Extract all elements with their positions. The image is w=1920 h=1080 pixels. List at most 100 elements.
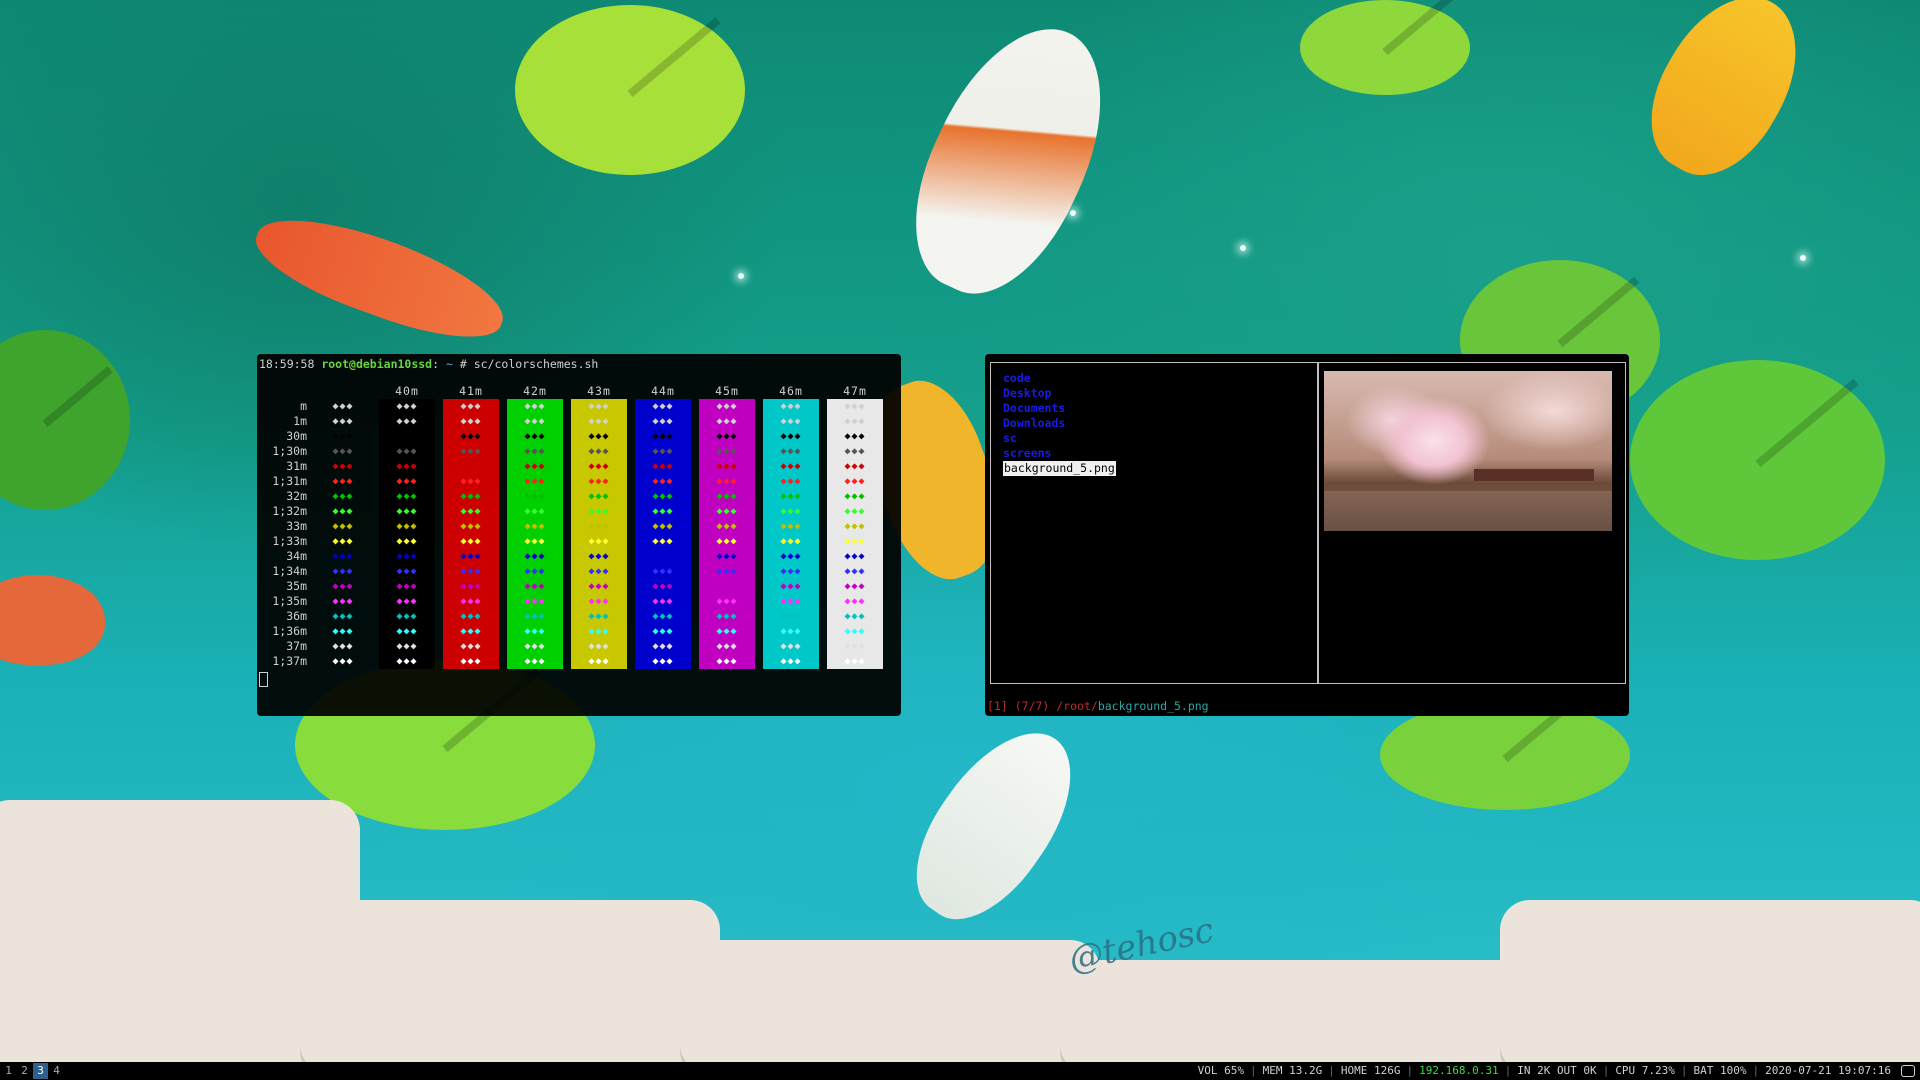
color-sample: ◆◆◆ <box>827 579 883 594</box>
lily-pad <box>1630 360 1885 560</box>
file-list-pane[interactable]: code Desktop Documents Downloads sc scre… <box>990 362 1318 684</box>
color-sample: ◆◆◆ <box>332 521 354 532</box>
workspace-1[interactable]: 1 <box>1 1063 16 1079</box>
color-sample: ◆◆◆ <box>827 639 883 654</box>
file-item-desktop[interactable]: Desktop <box>1003 386 1051 401</box>
file-item-documents[interactable]: Documents <box>1003 401 1065 416</box>
sparkle <box>1240 245 1246 251</box>
color-sample: ◆◆◆ <box>571 564 627 579</box>
file-item-selected[interactable]: background_5.png <box>1003 461 1116 476</box>
color-sample: ◆◆◆ <box>332 416 354 427</box>
color-sample: ◆◆◆ <box>763 414 819 429</box>
color-sample: ◆◆◆ <box>332 506 354 517</box>
file-item-screens[interactable]: screens <box>1003 446 1051 461</box>
color-sample: ◆◆◆ <box>763 534 819 549</box>
color-sample: ◆◆◆ <box>379 519 435 534</box>
column-header: 40m <box>395 384 419 398</box>
file-item-sc[interactable]: sc <box>1003 431 1017 446</box>
workspace-3[interactable]: 3 <box>33 1063 48 1079</box>
color-sample: ◆◆◆ <box>635 534 691 549</box>
color-sample: ◆◆◆ <box>379 489 435 504</box>
memory-block: MEM 13.2G <box>1262 1064 1323 1077</box>
color-sample: ◆◆◆ <box>507 429 563 444</box>
color-sample: ◆◆◆ <box>332 656 354 667</box>
color-sample: ◆◆◆ <box>507 639 563 654</box>
color-sample: ◆◆◆ <box>699 549 755 564</box>
colorscheme-row: 1;32m ◆◆◆ ◆◆◆ ◆◆◆ ◆◆◆ ◆◆◆ ◆◆◆ ◆◆◆ ◆◆◆ ◆◆◆ <box>257 504 891 519</box>
colorscheme-row: 34m ◆◆◆ ◆◆◆ ◆◆◆ ◆◆◆ ◆◆◆ ◆◆◆ ◆◆◆ ◆◆◆ ◆◆◆ <box>257 549 891 564</box>
colorscheme-row: 32m ◆◆◆ ◆◆◆ ◆◆◆ ◆◆◆ ◆◆◆ ◆◆◆ ◆◆◆ ◆◆◆ ◆◆◆ <box>257 489 891 504</box>
color-sample: ◆◆◆ <box>635 489 691 504</box>
status-blocks: VOL 65% | MEM 13.2G | HOME 126G | 192.168.0… <box>1192 1062 1918 1080</box>
color-sample: ◆◆◆ <box>379 564 435 579</box>
file-item-downloads[interactable]: Downloads <box>1003 416 1065 431</box>
color-sample: ◆◆◆ <box>699 474 755 489</box>
color-sample: ◆◆◆ <box>635 639 691 654</box>
header-spacer <box>257 384 315 399</box>
stone <box>680 940 1100 1062</box>
color-sample: ◆◆◆ <box>635 594 691 609</box>
color-sample: ◆◆◆ <box>379 654 435 669</box>
colorscheme-row: 33m ◆◆◆ ◆◆◆ ◆◆◆ ◆◆◆ ◆◆◆ ◆◆◆ ◆◆◆ ◆◆◆ ◆◆◆ <box>257 519 891 534</box>
color-sample: ◆◆◆ <box>763 504 819 519</box>
file-manager-window[interactable]: code Desktop Documents Downloads sc scre… <box>985 354 1629 716</box>
color-sample: ◆◆◆ <box>635 519 691 534</box>
color-sample: ◆◆◆ <box>763 624 819 639</box>
ip-address-block: 192.168.0.31 <box>1419 1064 1499 1077</box>
tray-icon[interactable] <box>1901 1065 1915 1077</box>
colorscheme-row: 35m ◆◆◆ ◆◆◆ ◆◆◆ ◆◆◆ ◆◆◆ ◆◆◆ ◆◆◆ ◆◆◆ ◆◆◆ <box>257 579 891 594</box>
color-sample: ◆◆◆ <box>443 459 499 474</box>
colorscheme-header-row: 40m 41m 42m 43m 44m 45m 46m 47m <box>257 384 891 399</box>
color-sample: ◆◆◆ <box>571 609 627 624</box>
row-label: m <box>300 399 307 413</box>
terminal-window[interactable]: 18:59:58 root@debian10ssd: ~ # sc/colors… <box>257 354 901 716</box>
color-sample: ◆◆◆ <box>699 459 755 474</box>
color-sample: ◆◆◆ <box>763 519 819 534</box>
workspace-4[interactable]: 4 <box>49 1063 64 1079</box>
color-sample: ◆◆◆ <box>507 459 563 474</box>
color-sample: ◆◆◆ <box>571 639 627 654</box>
row-label: 1;36m <box>272 624 307 638</box>
network-block: IN 2K OUT 0K <box>1517 1064 1597 1077</box>
color-sample: ◆◆◆ <box>699 504 755 519</box>
koi-fish <box>245 197 515 358</box>
preview-water <box>1324 491 1612 531</box>
colorscheme-row: 1;36m ◆◆◆ ◆◆◆ ◆◆◆ ◆◆◆ ◆◆◆ ◆◆◆ ◆◆◆ ◆◆◆ ◆◆◆ <box>257 624 891 639</box>
lily-pad <box>1300 0 1470 95</box>
prompt-userhost: root@debian10ssd <box>321 357 433 371</box>
color-sample: ◆◆◆ <box>827 654 883 669</box>
row-label: 1;34m <box>272 564 307 578</box>
color-sample: ◆◆◆ <box>635 399 691 414</box>
color-sample: ◆◆◆ <box>699 489 755 504</box>
color-sample: ◆◆◆ <box>507 594 563 609</box>
row-label: 1;32m <box>272 504 307 518</box>
row-label: 1;35m <box>272 594 307 608</box>
color-sample: ◆◆◆ <box>507 444 563 459</box>
prompt-time: 18:59:58 <box>259 357 315 371</box>
shell-prompt: 18:59:58 root@debian10ssd: ~ # sc/colors… <box>259 357 599 371</box>
color-sample: ◆◆◆ <box>763 549 819 564</box>
color-sample: ◆◆◆ <box>332 611 354 622</box>
lily-pad <box>515 5 745 175</box>
color-sample: ◆◆◆ <box>332 626 354 637</box>
color-sample: ◆◆◆ <box>332 461 354 472</box>
color-sample: ◆◆◆ <box>507 609 563 624</box>
color-sample: ◆◆◆ <box>827 459 883 474</box>
color-sample: ◆◆◆ <box>379 534 435 549</box>
color-sample: ◆◆◆ <box>443 624 499 639</box>
color-sample: ◆◆◆ <box>699 564 755 579</box>
color-sample: ◆◆◆ <box>571 579 627 594</box>
color-sample: ◆◆◆ <box>635 459 691 474</box>
color-sample: ◆◆◆ <box>827 489 883 504</box>
file-item-code[interactable]: code <box>1003 371 1031 386</box>
color-sample: ◆◆◆ <box>443 474 499 489</box>
disk-home-block: HOME 126G <box>1340 1064 1401 1077</box>
color-sample: ◆◆◆ <box>827 609 883 624</box>
color-sample: ◆◆◆ <box>507 489 563 504</box>
workspace-2[interactable]: 2 <box>17 1063 32 1079</box>
image-preview <box>1324 371 1612 531</box>
color-sample: ◆◆◆ <box>763 609 819 624</box>
color-sample: ◆◆◆ <box>571 444 627 459</box>
color-sample: ◆◆◆ <box>507 534 563 549</box>
color-sample: ◆◆◆ <box>571 504 627 519</box>
